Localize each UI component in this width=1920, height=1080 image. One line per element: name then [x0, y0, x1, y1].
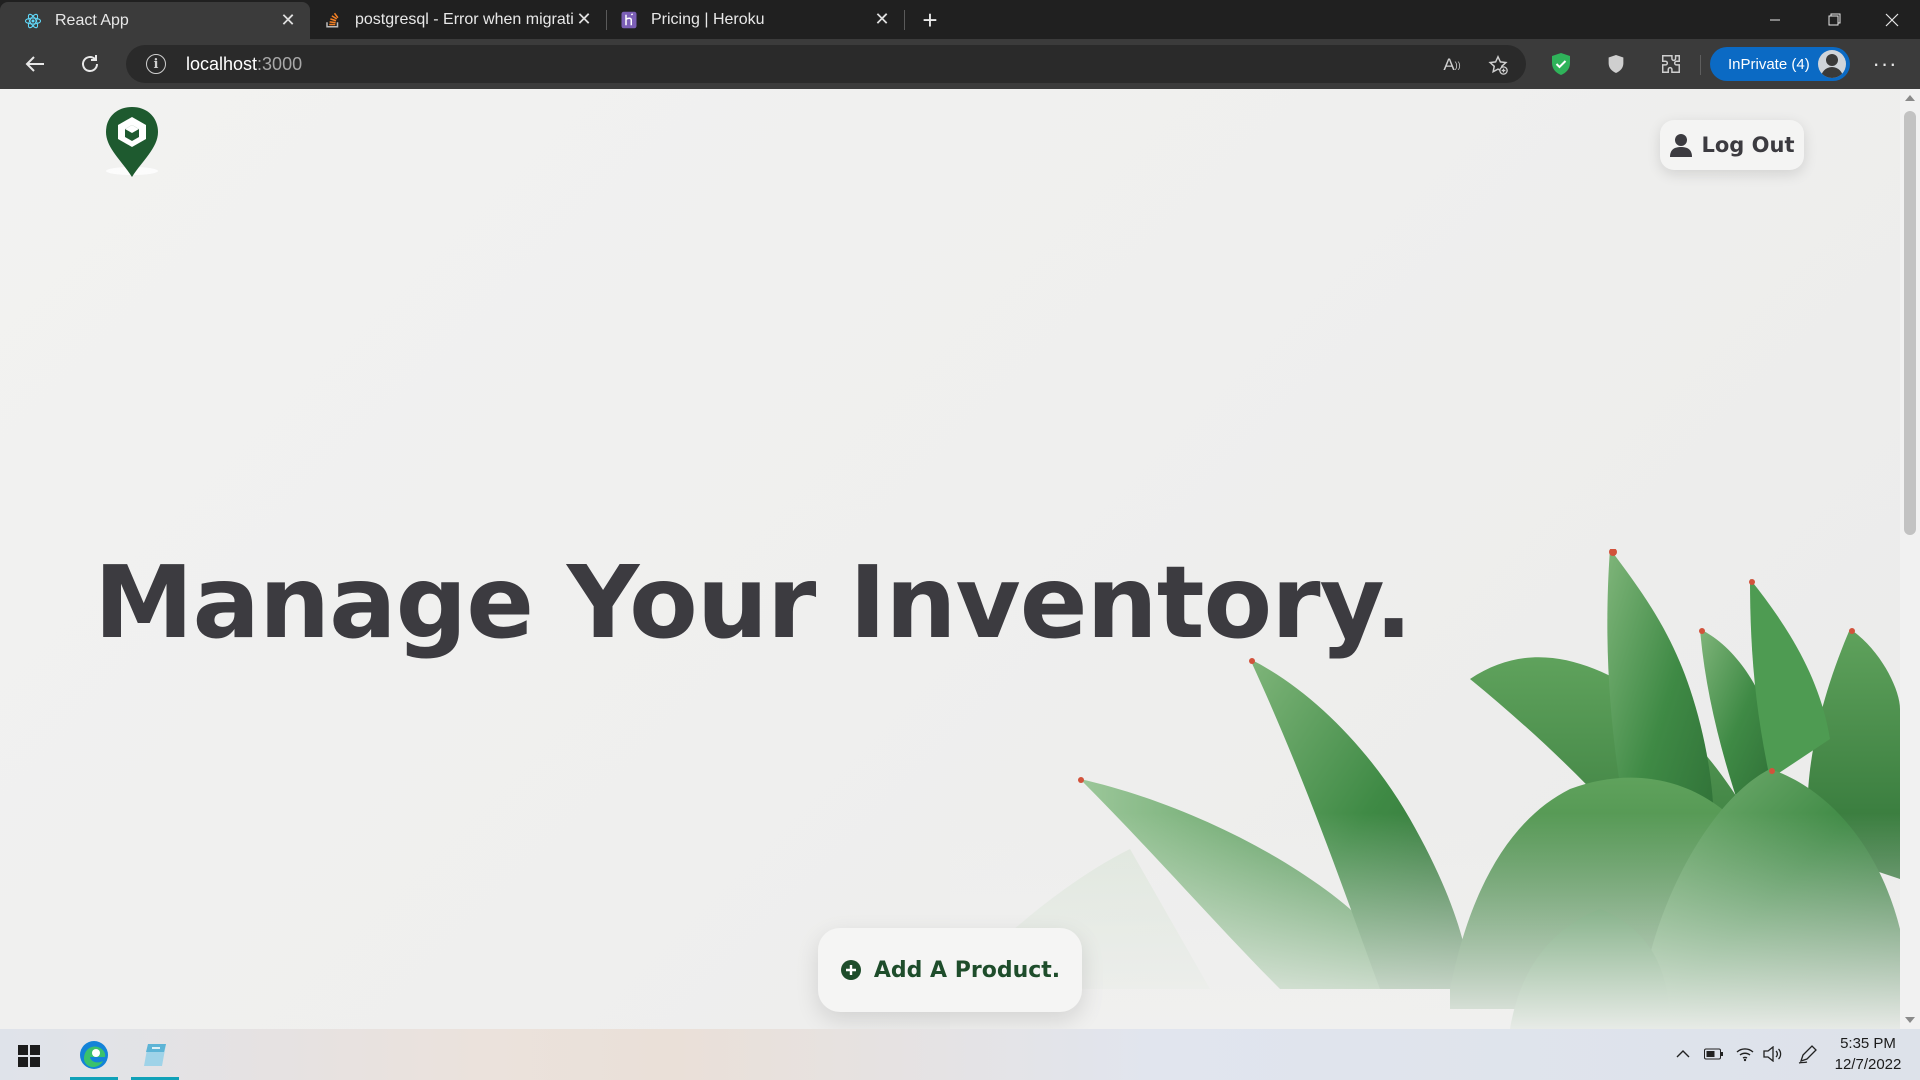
logout-label: Log Out: [1701, 133, 1795, 157]
plus-circle-icon: [840, 960, 861, 980]
taskbar-clock[interactable]: 5:35 PM 12/7/2022: [1830, 1033, 1906, 1075]
tab-title: Pricing | Heroku: [651, 10, 765, 28]
add-product-button[interactable]: Add A Product.: [818, 928, 1082, 1012]
windows-start-icon[interactable]: [18, 1045, 40, 1067]
more-options-icon[interactable]: ···: [1868, 50, 1902, 78]
shield-icon[interactable]: [1603, 51, 1629, 77]
scroll-down-icon[interactable]: [1905, 1017, 1915, 1023]
browser-toolbar: i localhost:3000 A)) InPrivate (4) ···: [0, 39, 1920, 89]
show-hidden-icons-chevron[interactable]: [1672, 1042, 1694, 1066]
tab-postgresql[interactable]: postgresql - Error when migratin ✕: [310, 0, 606, 39]
clock-time: 5:35 PM: [1840, 1035, 1896, 1052]
tab-title: React App: [55, 11, 129, 29]
toolbar-divider: [1700, 55, 1701, 75]
clock-date: 12/7/2022: [1834, 1056, 1902, 1073]
profile-avatar: [1818, 50, 1846, 78]
add-product-label: Add A Product.: [873, 957, 1061, 983]
windows-taskbar: 5:35 PM 12/7/2022: [0, 1029, 1920, 1080]
app-logo[interactable]: [102, 105, 162, 181]
back-icon[interactable]: [18, 47, 52, 81]
tab-heroku[interactable]: Pricing | Heroku ✕: [608, 0, 904, 39]
site-info-icon[interactable]: i: [146, 54, 166, 74]
refresh-icon[interactable]: [73, 47, 107, 81]
user-icon: [1669, 134, 1692, 157]
address-bar[interactable]: i localhost:3000 A)): [126, 45, 1526, 83]
volume-icon[interactable]: [1762, 1042, 1784, 1066]
wifi-icon[interactable]: [1734, 1042, 1756, 1066]
tab-divider: [904, 10, 905, 30]
react-icon: [24, 12, 42, 30]
stackoverflow-icon: [324, 11, 342, 29]
close-window-icon[interactable]: [1864, 0, 1920, 39]
close-tab-icon[interactable]: ✕: [574, 9, 594, 30]
pen-icon[interactable]: [1797, 1042, 1819, 1066]
extensions-icon[interactable]: [1658, 51, 1684, 77]
shield-check-extension-icon[interactable]: [1548, 51, 1574, 77]
heroku-icon: [620, 11, 638, 29]
tab-divider: [606, 10, 607, 30]
battery-icon[interactable]: [1703, 1042, 1725, 1066]
notepad-taskbar-icon[interactable]: [125, 1029, 185, 1080]
add-favorite-icon[interactable]: [1486, 53, 1510, 77]
close-tab-icon[interactable]: ✕: [872, 9, 892, 30]
read-aloud-icon[interactable]: A)): [1440, 53, 1464, 77]
inprivate-profile-button[interactable]: InPrivate (4): [1710, 47, 1850, 81]
close-tab-icon[interactable]: ✕: [278, 10, 298, 31]
scrollbar-thumb[interactable]: [1904, 111, 1916, 535]
hero-title: Manage Your Inventory.: [94, 544, 1413, 661]
scroll-up-icon[interactable]: [1905, 95, 1915, 101]
logout-button[interactable]: Log Out: [1660, 120, 1804, 170]
url-text[interactable]: localhost:3000: [186, 54, 302, 75]
inprivate-label: InPrivate (4): [1728, 55, 1810, 73]
tab-title: postgresql - Error when migratin: [355, 10, 574, 28]
page-scrollbar[interactable]: [1900, 89, 1920, 1029]
browser-title-bar: React App ✕ postgresql - Error when migr…: [0, 0, 1920, 39]
restore-icon[interactable]: [1806, 0, 1862, 39]
new-tab-button[interactable]: +: [916, 5, 944, 35]
minimize-icon[interactable]: [1747, 0, 1803, 39]
page-viewport: Log Out Manage Your Inventory. Add A Pro…: [0, 89, 1920, 1029]
edge-taskbar-icon[interactable]: [64, 1029, 124, 1080]
tab-react-app[interactable]: React App ✕: [0, 2, 310, 39]
